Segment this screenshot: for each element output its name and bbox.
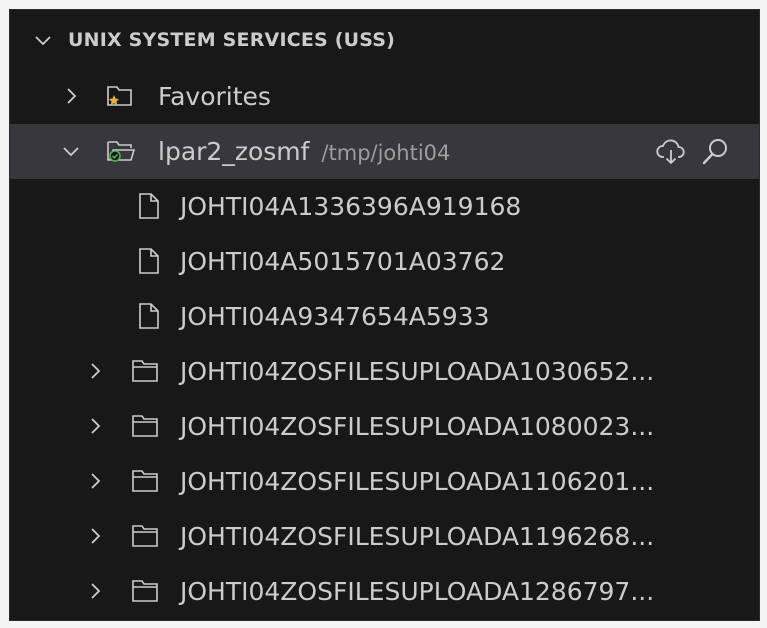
profile-label: lpar2_zosmf/tmp/johti04	[158, 137, 450, 166]
profile-name: lpar2_zosmf	[158, 137, 310, 166]
folder-icon	[130, 466, 160, 496]
section-title: UNIX SYSTEM SERVICES (USS)	[68, 29, 396, 51]
uss-explorer-panel: UNIX SYSTEM SERVICES (USS) Favorites lpa…	[9, 9, 760, 621]
file-icon	[134, 246, 164, 276]
favorites-label: Favorites	[158, 82, 271, 111]
file-label: JOHTI04A1336396A919168	[180, 192, 522, 221]
folder-label: JOHTI04ZOSFILESUPLOADA1286797...	[180, 577, 655, 606]
tree-item-folder[interactable]: JOHTI04ZOSFILESUPLOADA1106201...	[10, 454, 759, 509]
chevron-down-icon	[60, 140, 82, 162]
chevron-right-icon	[84, 360, 106, 382]
folder-icon	[130, 411, 160, 441]
tree-item-file[interactable]: JOHTI04A9347654A5933	[10, 289, 759, 344]
tree-item-folder[interactable]: JOHTI04ZOSFILESUPLOADA1196268...	[10, 509, 759, 564]
chevron-right-icon	[84, 580, 106, 602]
tree-item-folder[interactable]: JOHTI04ZOSFILESUPLOADA1030652...	[10, 344, 759, 399]
tree-item-favorites[interactable]: Favorites	[10, 69, 759, 124]
folder-label: JOHTI04ZOSFILESUPLOADA1030652...	[180, 357, 655, 386]
chevron-down-icon	[32, 29, 54, 51]
tree-item-folder[interactable]: JOHTI04ZOSFILESUPLOADA1080023...	[10, 399, 759, 454]
chevron-right-icon	[84, 525, 106, 547]
file-icon	[134, 301, 164, 331]
folder-label: JOHTI04ZOSFILESUPLOADA1196268...	[180, 522, 655, 551]
file-label: JOHTI04A9347654A5933	[180, 302, 490, 331]
tree-item-profile[interactable]: lpar2_zosmf/tmp/johti04	[10, 124, 759, 179]
tree-item-folder[interactable]: JOHTI04ZOSFILESUPLOADA1286797...	[10, 564, 759, 619]
folder-icon	[130, 521, 160, 551]
section-header[interactable]: UNIX SYSTEM SERVICES (USS)	[10, 10, 759, 70]
folder-icon	[130, 576, 160, 606]
profile-actions	[655, 124, 731, 179]
folder-label: JOHTI04ZOSFILESUPLOADA1106201...	[180, 467, 655, 496]
profile-path: /tmp/johti04	[321, 141, 451, 165]
chevron-right-icon	[84, 470, 106, 492]
file-label: JOHTI04A5015701A03762	[180, 247, 506, 276]
tree-item-file[interactable]: JOHTI04A5015701A03762	[10, 234, 759, 289]
connected-profile-folder-icon	[105, 136, 136, 166]
download-cloud-icon[interactable]	[655, 136, 687, 168]
tree-item-file[interactable]: JOHTI04A1336396A919168	[10, 179, 759, 234]
folder-label: JOHTI04ZOSFILESUPLOADA1080023...	[180, 412, 655, 441]
chevron-right-icon	[60, 85, 82, 107]
file-icon	[134, 191, 164, 221]
favorites-folder-icon	[105, 81, 135, 111]
folder-icon	[130, 356, 160, 386]
search-icon[interactable]	[699, 136, 731, 168]
chevron-right-icon	[84, 415, 106, 437]
